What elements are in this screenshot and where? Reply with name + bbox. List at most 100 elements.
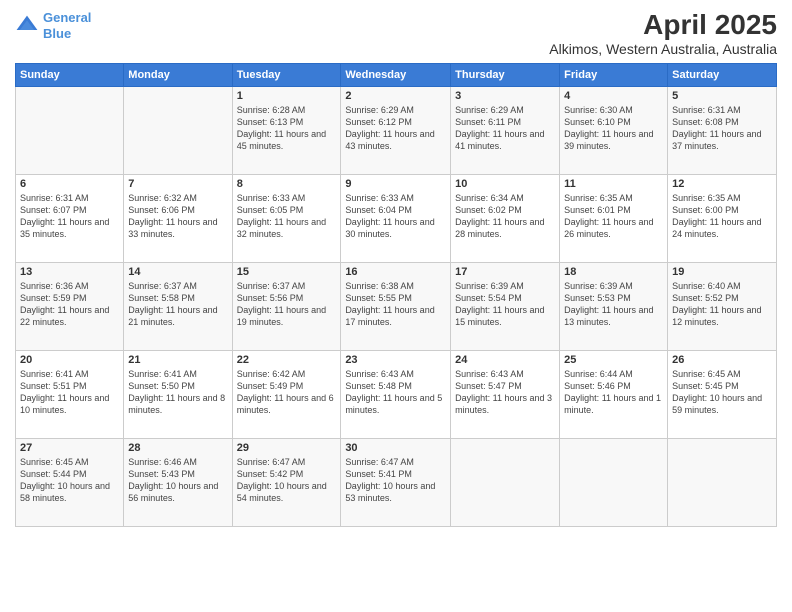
day-number: 29: [237, 442, 337, 454]
day-detail: Sunrise: 6:47 AM Sunset: 5:41 PM Dayligh…: [345, 456, 446, 505]
logo-icon: [15, 14, 39, 38]
calendar-cell: 29 Sunrise: 6:47 AM Sunset: 5:42 PM Dayli…: [232, 438, 341, 526]
calendar-cell: [560, 438, 668, 526]
day-number: 17: [455, 266, 555, 278]
day-number: 20: [20, 354, 119, 366]
day-detail: Sunrise: 6:39 AM Sunset: 5:53 PM Dayligh…: [564, 280, 663, 329]
calendar-cell: 4 Sunrise: 6:30 AM Sunset: 6:10 PM Daylig…: [560, 86, 668, 174]
day-detail: Sunrise: 6:44 AM Sunset: 5:46 PM Dayligh…: [564, 368, 663, 417]
day-number: 23: [345, 354, 446, 366]
calendar-week-3: 20 Sunrise: 6:41 AM Sunset: 5:51 PM Dayli…: [16, 350, 777, 438]
day-detail: Sunrise: 6:37 AM Sunset: 5:58 PM Dayligh…: [128, 280, 227, 329]
calendar-cell: 18Sunrise: 6:39 AM Sunset: 5:53 PM Dayli…: [560, 262, 668, 350]
calendar-cell: 2Sunrise: 6:29 AM Sunset: 6:12 PM Daylig…: [341, 86, 451, 174]
calendar-cell: 3 Sunrise: 6:29 AM Sunset: 6:11 PM Daylig…: [451, 86, 560, 174]
calendar-cell: 17 Sunrise: 6:39 AM Sunset: 5:54 PM Dayli…: [451, 262, 560, 350]
calendar-cell: 23 Sunrise: 6:43 AM Sunset: 5:48 PM Dayli…: [341, 350, 451, 438]
calendar-cell: 30 Sunrise: 6:47 AM Sunset: 5:41 PM Dayli…: [341, 438, 451, 526]
calendar-cell: 19 Sunrise: 6:40 AM Sunset: 5:52 PM Dayli…: [668, 262, 777, 350]
day-number: 22: [237, 354, 337, 366]
day-detail: Sunrise: 6:33 AM Sunset: 6:04 PM Dayligh…: [345, 192, 446, 241]
day-detail: Sunrise: 6:30 AM Sunset: 6:10 PM Dayligh…: [564, 104, 663, 153]
day-number: 13: [20, 266, 119, 278]
day-detail: Sunrise: 6:41 AM Sunset: 5:50 PM Dayligh…: [128, 368, 227, 417]
day-detail: Sunrise: 6:39 AM Sunset: 5:54 PM Dayligh…: [455, 280, 555, 329]
day-number: 26: [672, 354, 772, 366]
day-detail: Sunrise: 6:46 AM Sunset: 5:43 PM Dayligh…: [128, 456, 227, 505]
day-number: 30: [345, 442, 446, 454]
day-detail: Sunrise: 6:29 AM Sunset: 6:11 PM Dayligh…: [455, 104, 555, 153]
calendar-cell: 21 Sunrise: 6:41 AM Sunset: 5:50 PM Dayli…: [124, 350, 232, 438]
day-detail: Sunrise: 6:37 AM Sunset: 5:56 PM Dayligh…: [237, 280, 337, 329]
calendar-cell: [16, 86, 124, 174]
calendar-header: Sunday Monday Tuesday Wednesday Thursday…: [16, 63, 777, 86]
day-detail: Sunrise: 6:45 AM Sunset: 5:45 PM Dayligh…: [672, 368, 772, 417]
logo-text: General Blue: [43, 10, 91, 41]
logo: General Blue: [15, 10, 91, 41]
calendar-week-1: 6Sunrise: 6:31 AM Sunset: 6:07 PM Daylig…: [16, 174, 777, 262]
day-detail: Sunrise: 6:36 AM Sunset: 5:59 PM Dayligh…: [20, 280, 119, 329]
calendar-cell: 10 Sunrise: 6:34 AM Sunset: 6:02 PM Dayli…: [451, 174, 560, 262]
day-number: 7: [128, 178, 227, 190]
day-number: 2: [345, 90, 446, 102]
col-monday: Monday: [124, 63, 232, 86]
calendar-cell: 5Sunrise: 6:31 AM Sunset: 6:08 PM Daylig…: [668, 86, 777, 174]
day-number: 25: [564, 354, 663, 366]
day-number: 27: [20, 442, 119, 454]
calendar-week-0: 1Sunrise: 6:28 AM Sunset: 6:13 PM Daylig…: [16, 86, 777, 174]
col-saturday: Saturday: [668, 63, 777, 86]
calendar-cell: 22 Sunrise: 6:42 AM Sunset: 5:49 PM Dayli…: [232, 350, 341, 438]
day-number: 4: [564, 90, 663, 102]
calendar-table: Sunday Monday Tuesday Wednesday Thursday…: [15, 63, 777, 527]
col-wednesday: Wednesday: [341, 63, 451, 86]
day-detail: Sunrise: 6:43 AM Sunset: 5:47 PM Dayligh…: [455, 368, 555, 417]
day-number: 28: [128, 442, 227, 454]
day-number: 14: [128, 266, 227, 278]
calendar-cell: [451, 438, 560, 526]
day-number: 10: [455, 178, 555, 190]
calendar-body: 1Sunrise: 6:28 AM Sunset: 6:13 PM Daylig…: [16, 86, 777, 526]
day-detail: Sunrise: 6:28 AM Sunset: 6:13 PM Dayligh…: [237, 104, 337, 153]
col-friday: Friday: [560, 63, 668, 86]
header-row: Sunday Monday Tuesday Wednesday Thursday…: [16, 63, 777, 86]
col-sunday: Sunday: [16, 63, 124, 86]
day-number: 21: [128, 354, 227, 366]
day-detail: Sunrise: 6:47 AM Sunset: 5:42 PM Dayligh…: [237, 456, 337, 505]
day-detail: Sunrise: 6:33 AM Sunset: 6:05 PM Dayligh…: [237, 192, 337, 241]
page: General Blue April 2025 Alkimos, Western…: [0, 0, 792, 612]
calendar-cell: 26 Sunrise: 6:45 AM Sunset: 5:45 PM Dayli…: [668, 350, 777, 438]
calendar-cell: 16Sunrise: 6:38 AM Sunset: 5:55 PM Dayli…: [341, 262, 451, 350]
calendar-cell: 25 Sunrise: 6:44 AM Sunset: 5:46 PM Dayli…: [560, 350, 668, 438]
day-detail: Sunrise: 6:41 AM Sunset: 5:51 PM Dayligh…: [20, 368, 119, 417]
day-detail: Sunrise: 6:35 AM Sunset: 6:01 PM Dayligh…: [564, 192, 663, 241]
day-number: 12: [672, 178, 772, 190]
day-detail: Sunrise: 6:43 AM Sunset: 5:48 PM Dayligh…: [345, 368, 446, 417]
title-block: April 2025 Alkimos, Western Australia, A…: [549, 10, 777, 57]
day-number: 3: [455, 90, 555, 102]
day-number: 24: [455, 354, 555, 366]
calendar-cell: 1Sunrise: 6:28 AM Sunset: 6:13 PM Daylig…: [232, 86, 341, 174]
day-number: 6: [20, 178, 119, 190]
day-detail: Sunrise: 6:35 AM Sunset: 6:00 PM Dayligh…: [672, 192, 772, 241]
calendar-cell: 27Sunrise: 6:45 AM Sunset: 5:44 PM Dayli…: [16, 438, 124, 526]
day-detail: Sunrise: 6:40 AM Sunset: 5:52 PM Dayligh…: [672, 280, 772, 329]
calendar-cell: 8Sunrise: 6:33 AM Sunset: 6:05 PM Daylig…: [232, 174, 341, 262]
calendar-cell: 11Sunrise: 6:35 AM Sunset: 6:01 PM Dayli…: [560, 174, 668, 262]
calendar-cell: 6Sunrise: 6:31 AM Sunset: 6:07 PM Daylig…: [16, 174, 124, 262]
day-number: 15: [237, 266, 337, 278]
calendar-week-4: 27Sunrise: 6:45 AM Sunset: 5:44 PM Dayli…: [16, 438, 777, 526]
header: General Blue April 2025 Alkimos, Western…: [15, 10, 777, 57]
col-thursday: Thursday: [451, 63, 560, 86]
day-number: 5: [672, 90, 772, 102]
calendar-week-2: 13 Sunrise: 6:36 AM Sunset: 5:59 PM Dayli…: [16, 262, 777, 350]
day-detail: Sunrise: 6:32 AM Sunset: 6:06 PM Dayligh…: [128, 192, 227, 241]
calendar-cell: 9Sunrise: 6:33 AM Sunset: 6:04 PM Daylig…: [341, 174, 451, 262]
day-detail: Sunrise: 6:34 AM Sunset: 6:02 PM Dayligh…: [455, 192, 555, 241]
calendar-cell: 13 Sunrise: 6:36 AM Sunset: 5:59 PM Dayli…: [16, 262, 124, 350]
col-tuesday: Tuesday: [232, 63, 341, 86]
calendar-cell: 28 Sunrise: 6:46 AM Sunset: 5:43 PM Dayli…: [124, 438, 232, 526]
day-number: 19: [672, 266, 772, 278]
calendar-cell: 7 Sunrise: 6:32 AM Sunset: 6:06 PM Daylig…: [124, 174, 232, 262]
calendar-cell: 12 Sunrise: 6:35 AM Sunset: 6:00 PM Dayli…: [668, 174, 777, 262]
day-detail: Sunrise: 6:42 AM Sunset: 5:49 PM Dayligh…: [237, 368, 337, 417]
